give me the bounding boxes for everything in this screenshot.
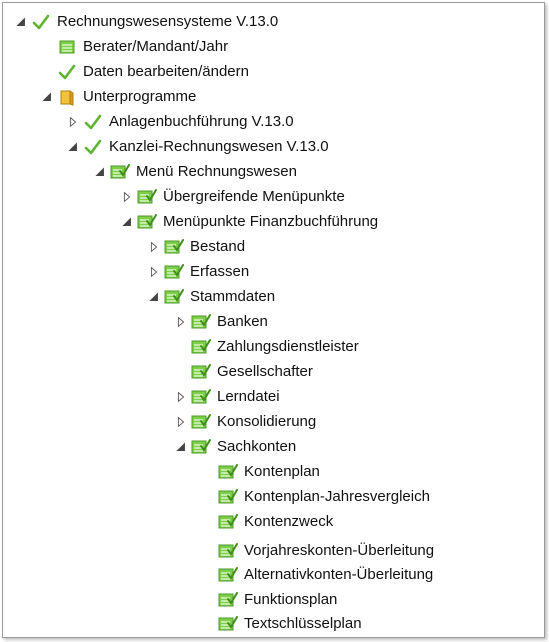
tree-node-funktionsplan[interactable]: Funktionsplan [218,589,337,611]
node-label: Bestand [190,238,246,255]
node-label: Funktionsplan [244,591,338,608]
tree-node-fibu[interactable]: Menüpunkte Finanzbuchführung [119,211,378,233]
node-label: Kontenplan-Jahresvergleich [244,488,430,505]
tree-node-textschluesselplan[interactable]: Textschlüsselplan [218,613,362,635]
collapsed-arrow-icon[interactable] [65,114,81,130]
tree-node-kontenzweck[interactable]: Kontenzweck [218,511,333,533]
list-icon [57,38,77,56]
tree-panel: Rechnungswesensysteme V.13.0 Berater/Man… [2,2,545,638]
check-icon [83,113,103,131]
check-icon [31,13,51,31]
menu-check-icon [218,513,238,531]
tree-node-gesellschafter[interactable]: Gesellschafter [191,361,313,383]
menu-check-icon [164,238,184,256]
tree-node-menu[interactable]: Menü Rechnungswesen [92,161,297,183]
node-label: Lerndatei [217,388,280,405]
tree-node-zahlungsdienstleister[interactable]: Zahlungsdienstleister [191,336,359,358]
node-label: Kanzlei-Rechnungswesen V.13.0 [109,138,329,155]
node-label: Alternativkonten-Überleitung [244,566,434,583]
node-label: Rechnungswesensysteme V.13.0 [57,13,279,30]
tree-node-kontenplan-jahresvergleich[interactable]: Kontenplan-Jahresvergleich [218,486,430,508]
expanded-arrow-icon[interactable] [146,289,162,305]
program-tree: Rechnungswesensysteme V.13.0 Berater/Man… [3,3,544,637]
expanded-arrow-icon[interactable] [13,14,29,30]
tree-node-alternativkonten[interactable]: Alternativkonten-Überleitung [218,564,433,586]
collapsed-arrow-icon[interactable] [146,239,162,255]
menu-check-icon [218,566,238,584]
folder-icon [57,88,77,106]
expanded-arrow-icon[interactable] [92,164,108,180]
expanded-arrow-icon[interactable] [39,89,55,105]
menu-check-icon [218,591,238,609]
menu-check-icon [191,363,211,381]
node-label: Menüpunkte Finanzbuchführung [163,213,379,230]
node-label: Menü Rechnungswesen [136,163,297,180]
menu-check-icon [137,188,157,206]
check-icon [83,138,103,156]
collapsed-arrow-icon[interactable] [119,189,135,205]
tree-node-erfassen[interactable]: Erfassen [146,261,249,283]
expanded-arrow-icon[interactable] [65,139,81,155]
tree-node-bestand[interactable]: Bestand [146,236,245,258]
node-label: Erfassen [190,263,250,280]
node-label: Kontenplan [244,463,320,480]
collapsed-arrow-icon[interactable] [173,389,189,405]
tree-node-unterprogramme[interactable]: Unterprogramme [39,86,196,108]
node-label: Vorjahreskonten-Überleitung [244,542,435,559]
node-label: Anlagenbuchführung V.13.0 [109,113,294,130]
menu-check-icon [164,263,184,281]
menu-check-icon [110,163,130,181]
node-label: Banken [217,313,268,330]
node-label: Konsolidierung [217,413,317,430]
node-label: Sachkonten [217,438,297,455]
tree-node-root[interactable]: Rechnungswesensysteme V.13.0 [13,11,278,33]
node-label: Unterprogramme [83,88,197,105]
node-label: Daten bearbeiten/ändern [83,63,249,80]
menu-check-icon [218,542,238,560]
node-label: Zahlungsdienstleister [217,338,359,355]
tree-node-lerndatei[interactable]: Lerndatei [173,386,280,408]
node-label: Übergreifende Menüpunkte [163,188,345,205]
tree-node-kanzlei[interactable]: Kanzlei-Rechnungswesen V.13.0 [65,136,329,158]
node-label: Kontenzweck [244,513,334,530]
check-icon [57,63,77,81]
tree-node-berater[interactable]: Berater/Mandant/Jahr [57,36,228,58]
menu-check-icon [191,313,211,331]
menu-check-icon [218,488,238,506]
node-label: Textschlüsselplan [244,615,362,632]
collapsed-arrow-icon[interactable] [146,264,162,280]
menu-check-icon [191,338,211,356]
menu-check-icon [164,288,184,306]
tree-node-kontenplan[interactable]: Kontenplan [218,461,320,483]
tree-node-daten[interactable]: Daten bearbeiten/ändern [57,61,249,83]
tree-node-sachkonten[interactable]: Sachkonten [173,436,296,458]
tree-node-banken[interactable]: Banken [173,311,268,333]
collapsed-arrow-icon[interactable] [173,414,189,430]
tree-node-stammdaten[interactable]: Stammdaten [146,286,275,308]
expanded-arrow-icon[interactable] [173,439,189,455]
tree-node-konsolidierung[interactable]: Konsolidierung [173,411,316,433]
menu-check-icon [191,438,211,456]
node-label: Berater/Mandant/Jahr [83,38,229,55]
menu-check-icon [218,615,238,633]
menu-check-icon [191,413,211,431]
tree-node-vorjahreskonten[interactable]: Vorjahreskonten-Überleitung [218,540,434,562]
expanded-arrow-icon[interactable] [119,214,135,230]
menu-check-icon [137,213,157,231]
menu-check-icon [191,388,211,406]
menu-check-icon [218,463,238,481]
tree-node-uebergreifend[interactable]: Übergreifende Menüpunkte [119,186,345,208]
tree-node-anlagen[interactable]: Anlagenbuchführung V.13.0 [65,111,294,133]
collapsed-arrow-icon[interactable] [173,314,189,330]
node-label: Gesellschafter [217,363,313,380]
node-label: Stammdaten [190,288,276,305]
